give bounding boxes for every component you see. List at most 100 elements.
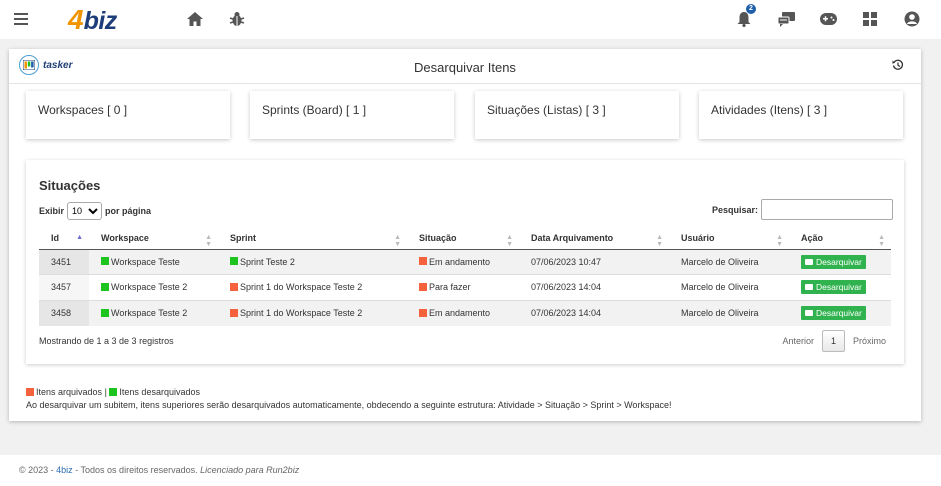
main-card: tasker Desarquivar Itens Workspaces [ 0 … <box>9 49 921 421</box>
cell-sprint: Sprint 1 do Workspace Teste 2 <box>218 274 407 300</box>
table-row: 3451 Workspace Teste Sprint Teste 2 Em a… <box>39 248 891 275</box>
unarchive-button[interactable]: Desarquivar <box>801 306 866 320</box>
footer-copyright: © 2023 - <box>19 465 54 475</box>
button-label: Desarquivar <box>816 282 862 293</box>
cell-id: 3457 <box>39 274 89 300</box>
column-header-acao[interactable]: Ação ▲ ▼ <box>789 227 891 250</box>
cell-data: 07/06/2023 14:04 <box>519 274 669 300</box>
history-icon[interactable] <box>892 59 904 71</box>
cell-acao: Desarquivar <box>789 274 891 300</box>
cell-id: 3458 <box>39 299 89 326</box>
cell-usuario: Marcelo de Oliveira <box>669 299 789 326</box>
cell-workspace: Workspace Teste 2 <box>89 274 218 300</box>
cell-text: Sprint 1 do Workspace Teste 2 <box>240 282 363 293</box>
cell-situacao: Para fazer <box>407 274 519 300</box>
home-icon[interactable] <box>186 10 204 28</box>
footer-licensed: Licenciado para Run2biz <box>200 465 300 475</box>
chat-icon[interactable] <box>777 10 795 28</box>
status-square-green <box>101 257 109 266</box>
search-input[interactable] <box>761 199 894 220</box>
cell-sprint: Sprint Teste 2 <box>218 248 407 275</box>
previous-page-button[interactable]: Anterior <box>774 336 822 346</box>
column-label: Sprint <box>230 232 256 243</box>
column-label: Ação <box>801 232 824 243</box>
notification-badge: 2 <box>746 4 756 14</box>
column-header-data[interactable]: Data Arquivamento ▲ ▼ <box>519 227 669 250</box>
cell-acao: Desarquivar <box>789 299 891 326</box>
status-square-green <box>230 257 238 266</box>
legend-archived: Itens arquivados <box>36 387 103 397</box>
table-row: 3458 Workspace Teste 2 Sprint 1 do Works… <box>39 299 891 326</box>
stat-workspaces[interactable]: Workspaces [ 0 ] <box>26 91 230 139</box>
status-square-green <box>101 282 109 291</box>
search-label: Pesquisar: <box>712 204 759 215</box>
table-row: 3457 Workspace Teste 2 Sprint 1 do Works… <box>39 274 891 300</box>
card-header: tasker Desarquivar Itens <box>9 49 921 84</box>
show-suffix: por página <box>105 206 152 216</box>
unarchive-button[interactable]: Desarquivar <box>801 254 866 269</box>
logo-four: 4 <box>68 4 84 35</box>
cell-text: Sprint 1 do Workspace Teste 2 <box>240 308 363 318</box>
cell-data: 07/06/2023 14:04 <box>519 299 669 326</box>
sort-icon: ▲ ▼ <box>776 234 783 248</box>
legend-unarchived: Itens desarquivados <box>119 387 200 397</box>
user-icon[interactable] <box>903 10 921 28</box>
cell-usuario: Marcelo de Oliveira <box>669 248 789 275</box>
folder-open-icon <box>805 284 813 291</box>
button-label: Desarquivar <box>816 308 862 318</box>
column-header-usuario[interactable]: Usuário ▲ ▼ <box>669 227 789 250</box>
unarchive-note: Ao desarquivar um subitem, itens superio… <box>26 400 672 410</box>
cell-text: Sprint Teste 2 <box>240 256 295 267</box>
page-title: Desarquivar Itens <box>414 60 516 75</box>
apps-grid-icon[interactable] <box>861 10 879 28</box>
folder-open-icon <box>805 258 813 265</box>
footer-rights: - Todos os direitos reservados. <box>75 465 198 475</box>
next-page-button[interactable]: Próximo <box>845 336 894 346</box>
page-length-select[interactable]: 10 <box>67 202 103 220</box>
search-control: Pesquisar: <box>712 199 894 220</box>
situacoes-table: Id ▲ Workspace ▲ ▼ Sprint ▲ ▼ Situação ▲ ▼ Data… <box>39 227 891 326</box>
footer-brand-link[interactable]: 4biz <box>56 465 73 475</box>
table-info: Mostrando de 1 a 3 de 3 registros <box>39 336 174 346</box>
cell-workspace: Workspace Teste <box>89 248 218 275</box>
status-square-red <box>419 257 427 266</box>
stat-situacoes[interactable]: Situações (Listas) [ 3 ] <box>475 91 679 139</box>
menu-icon[interactable] <box>12 10 30 28</box>
column-header-situacao[interactable]: Situação ▲ ▼ <box>407 227 519 250</box>
footer: © 2023 - 4biz - Todos os direitos reserv… <box>0 455 941 486</box>
cell-text: Em andamento <box>429 256 491 267</box>
stat-sprints[interactable]: Sprints (Board) [ 1 ] <box>250 91 454 139</box>
panel-title: Situações <box>39 178 101 193</box>
legend-archived-square <box>26 387 34 396</box>
current-page-button[interactable]: 1 <box>821 330 845 352</box>
cell-text: Workspace Teste 2 <box>111 282 188 293</box>
status-square-red <box>419 282 427 291</box>
top-bar: 4 biz 2 <box>0 0 941 39</box>
column-header-sprint[interactable]: Sprint ▲ ▼ <box>218 227 407 250</box>
legend-separator: | <box>104 387 107 397</box>
cell-data: 07/06/2023 10:47 <box>519 248 669 275</box>
stat-atividades[interactable]: Atividades (Itens) [ 3 ] <box>699 91 903 139</box>
table-header-row: Id ▲ Workspace ▲ ▼ Sprint ▲ ▼ Situação ▲ ▼ Data… <box>39 227 891 250</box>
status-square-red <box>230 308 238 317</box>
situacoes-panel: Situações Exibir 10 por página Pesquisar… <box>26 160 904 364</box>
sort-icon: ▲ ▼ <box>656 234 663 248</box>
column-header-workspace[interactable]: Workspace ▲ ▼ <box>89 227 218 250</box>
bug-icon[interactable] <box>228 10 246 28</box>
folder-open-icon <box>805 310 813 316</box>
button-label: Desarquivar <box>816 256 862 267</box>
cell-acao: Desarquivar <box>789 248 891 275</box>
sort-icon: ▲ ▼ <box>394 234 401 248</box>
app-logo[interactable]: 4 biz <box>68 4 117 36</box>
gamepad-icon[interactable] <box>819 10 837 28</box>
sort-icon: ▲ ▼ <box>506 234 513 248</box>
column-label: Id <box>51 232 59 243</box>
column-label: Usuário <box>681 232 715 243</box>
logo-biz: biz <box>83 7 118 35</box>
unarchive-button[interactable]: Desarquivar <box>801 280 866 295</box>
column-header-id[interactable]: Id ▲ <box>39 227 89 250</box>
column-label: Situação <box>419 232 457 243</box>
sort-icon: ▲ ▼ <box>878 234 885 248</box>
cell-text: Em andamento <box>429 308 491 318</box>
cell-usuario: Marcelo de Oliveira <box>669 274 789 300</box>
